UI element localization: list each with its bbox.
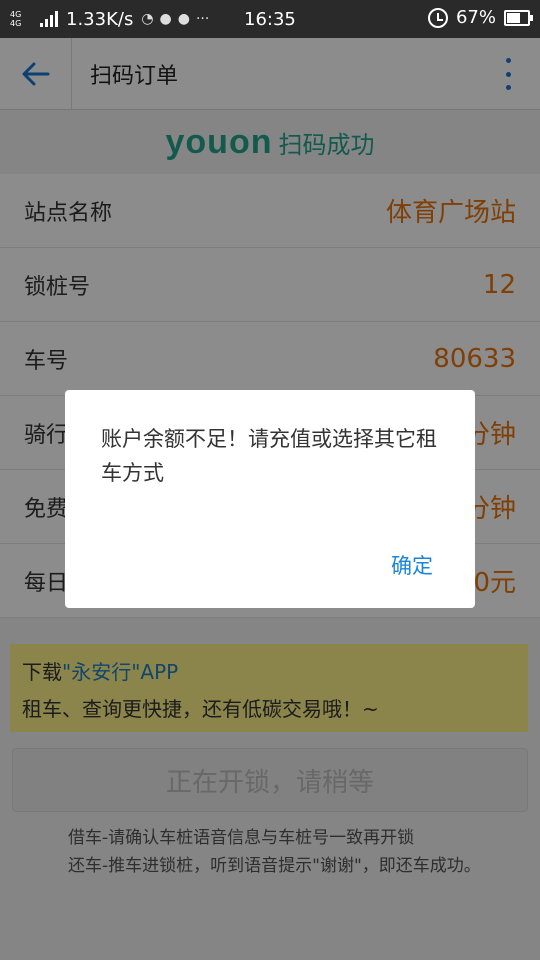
message-icon: ● [177, 11, 190, 27]
wechat-icon: ● [159, 11, 172, 27]
alarm-icon [427, 7, 448, 28]
network-type: 4G 4G [10, 10, 22, 28]
status-bar: 4G 4G 1.33K/s ◔ ● ● ··· 16:35 67% [0, 0, 540, 38]
wifi-icon: ◔ [141, 11, 154, 27]
more-notifications-icon: ··· [195, 11, 210, 27]
status-left: 4G 4G 1.33K/s ◔ ● ● ··· [10, 9, 209, 30]
battery-icon [504, 9, 533, 26]
battery-percent: 67% [455, 7, 496, 28]
notification-icons: ◔ ● ● ··· [141, 11, 209, 27]
confirm-button[interactable]: 确定 [391, 550, 433, 580]
status-right: 67% [427, 7, 533, 28]
network-speed: 1.33K/s [66, 8, 134, 30]
alert-dialog: 账户余额不足！请充值或选择其它租车方式 确定 [65, 390, 475, 608]
status-time: 16:35 [244, 9, 296, 30]
battery-fill [507, 12, 521, 23]
signal-icon [40, 11, 58, 27]
dialog-message: 账户余额不足！请充值或选择其它租车方式 [101, 427, 437, 485]
